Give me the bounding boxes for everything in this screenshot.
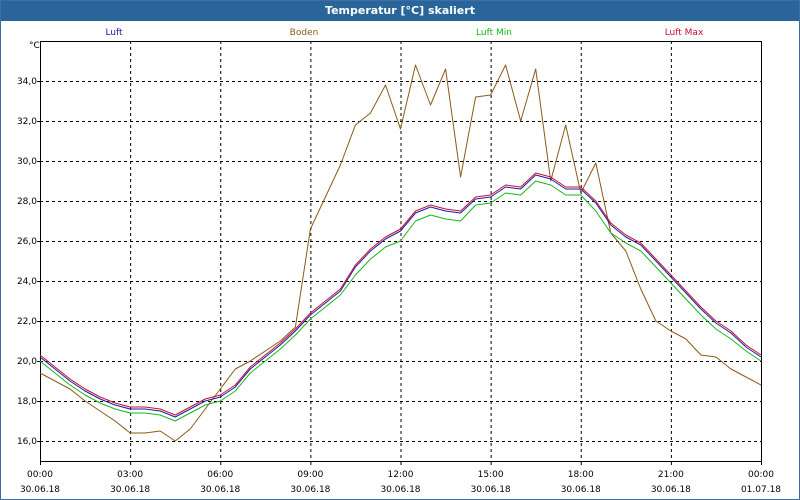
legend: Luft Boden Luft Min Luft Max [105,28,704,38]
y-axis-label: °C [29,41,40,51]
x-tick-date-label: 01.07.18 [741,485,781,495]
legend-item-2: Luft Min [476,28,512,38]
chart-window: Temperatur [°C] skaliert Luft Boden Luft M… [0,0,800,500]
x-tick-time-label: 15:00 [478,470,504,480]
grid [40,41,761,461]
legend-item-3: Luft Max [665,28,704,38]
x-tick-date-label: 30.06.18 [290,485,330,495]
x-tick-date-label: 30.06.18 [110,485,150,495]
x-tick-date-label: 30.06.18 [561,485,601,495]
legend-item-0: Luft [105,28,123,38]
y-axis-ticks: 16,0 18,0 20,0 22,0 24,0 26,0 28,0 30,0 32,0 34,0 [17,77,40,447]
window-title: Temperatur [°C] skaliert [1,1,799,21]
x-tick-date-label: 30.06.18 [651,485,691,495]
x-tick-time-label: 12:00 [388,470,414,480]
x-tick-time-label: 03:00 [117,470,143,480]
x-tick-time-label: 00:00 [27,470,53,480]
x-axis-ticks: 00:00 30.06.18 03:00 30.06.18 06:00 30.06.18 0… [20,461,781,495]
x-tick-time-label: 06:00 [207,470,233,480]
y-tick-label: 18,0 [17,397,37,407]
x-tick-date-label: 30.06.18 [471,485,511,495]
x-tick-date-label: 30.06.18 [380,485,420,495]
x-tick-time-label: 00:00 [748,470,774,480]
x-tick-date-label: 30.06.18 [200,485,240,495]
x-tick-date-label: 30.06.18 [20,485,60,495]
x-tick-time-label: 09:00 [297,470,323,480]
y-tick-label: 34,0 [17,77,37,87]
y-tick-label: 16,0 [17,437,37,447]
y-tick-label: 28,0 [17,197,37,207]
legend-item-1: Boden [290,28,319,38]
y-tick-label: 20,0 [17,357,37,367]
y-tick-label: 30,0 [17,157,37,167]
y-tick-label: 24,0 [17,277,37,287]
temperature-chart: Luft Boden Luft Min Luft Max °C 16,0 18,0 20,… [17,28,781,495]
x-tick-time-label: 21:00 [658,470,684,480]
y-tick-label: 22,0 [17,317,37,327]
y-tick-label: 26,0 [17,237,37,247]
y-tick-label: 32,0 [17,117,37,127]
x-tick-time-label: 18:00 [568,470,594,480]
